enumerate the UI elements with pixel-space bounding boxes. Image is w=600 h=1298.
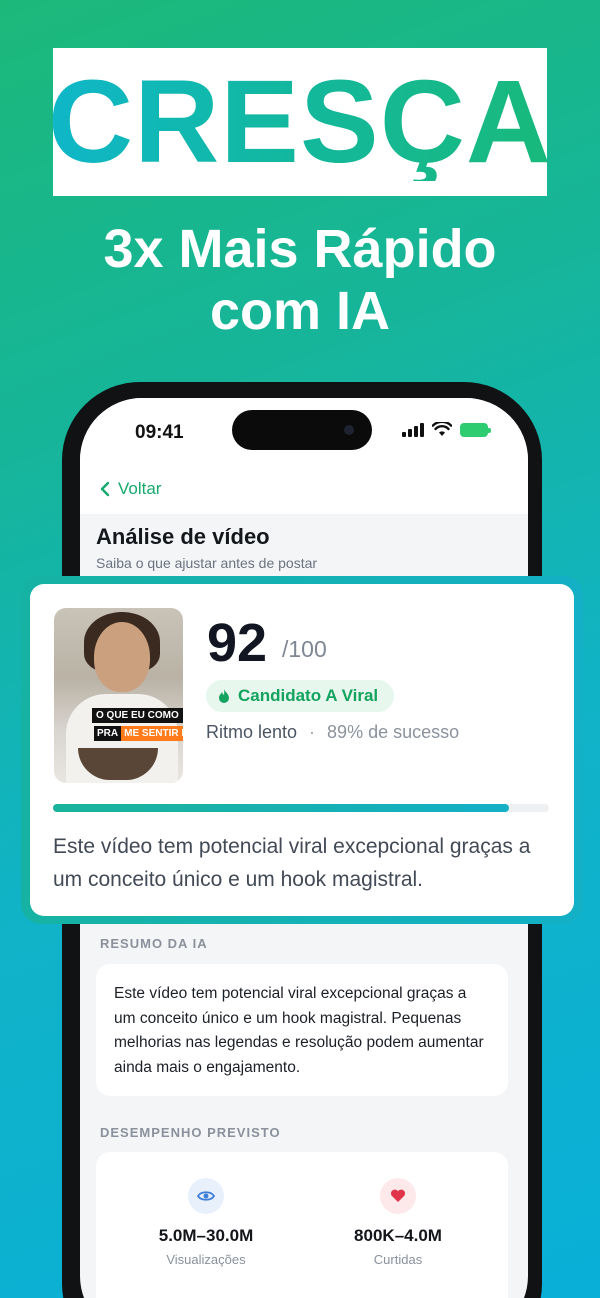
score-description: Este vídeo tem potencial viral excepcion… (53, 835, 531, 891)
hero-subtitle-line1: 3x Mais Rápido (103, 219, 497, 279)
performance-label: DESEMPENHO PREVISTO (100, 1125, 281, 1140)
score-value: 92 (207, 613, 268, 673)
wifi-icon (432, 422, 452, 436)
status-bar: 09:41 (80, 398, 528, 462)
score-meta: Ritmo lento · 89% de sucesso (206, 722, 459, 743)
nav-bar: Voltar (80, 462, 528, 514)
ai-summary-text: Este vídeo tem potencial viral excepcion… (114, 985, 484, 1076)
metric-likes: 800K–4.0M Curtidas (308, 1178, 488, 1267)
eye-icon (188, 1178, 224, 1214)
hero-subtitle-line2: com IA (209, 281, 391, 341)
metric-views-label: Visualizações (166, 1252, 246, 1267)
page-subtitle: Saiba o que ajustar antes de postar (96, 555, 318, 571)
hero-title: CRESÇA (47, 56, 553, 188)
back-label: Voltar (118, 479, 162, 498)
metric-views: 5.0M–30.0M Visualizações (116, 1178, 296, 1267)
back-button[interactable]: Voltar (100, 479, 161, 499)
flame-icon (219, 689, 229, 703)
video-thumbnail[interactable]: O QUE EU COMO PRA ME SENTIR BEM (54, 608, 183, 783)
score-progress-bar (53, 804, 549, 812)
page-title: Análise de vídeo (96, 524, 270, 549)
heart-icon (380, 1178, 416, 1214)
meta-separator: · (309, 722, 316, 742)
status-time: 09:41 (135, 422, 184, 443)
thumbnail-caption-line2: PRA ME SENTIR BEM (94, 726, 183, 741)
signal-icon (402, 422, 424, 437)
viral-badge: Candidato A Viral (206, 680, 395, 712)
metric-likes-label: Curtidas (373, 1252, 423, 1267)
metric-views-value: 5.0M–30.0M (158, 1226, 254, 1245)
success-rate: 89% de sucesso (327, 722, 460, 742)
score-max: /100 (282, 636, 327, 662)
pace-label: Ritmo lento (206, 722, 298, 742)
viral-badge-label: Candidato A Viral (238, 686, 379, 705)
ai-summary-label: RESUMO DA IA (100, 936, 208, 951)
thumbnail-caption-line1: O QUE EU COMO (92, 708, 183, 723)
chevron-left-icon (100, 481, 110, 497)
ai-summary-card: Este vídeo tem potencial viral excepcion… (96, 964, 508, 1096)
hero-title-box: CRESÇA (48, 48, 551, 196)
hero-subtitle: 3x Mais Rápido com IA (0, 218, 600, 342)
performance-card: 5.0M–30.0M Visualizações 800K–4.0M Curti… (96, 1152, 508, 1298)
metric-likes-value: 800K–4.0M (354, 1226, 442, 1245)
score-progress-fill (53, 804, 510, 812)
camera-icon (344, 425, 354, 435)
score-card: O QUE EU COMO PRA ME SENTIR BEM 92 /100 … (30, 584, 574, 916)
status-icons (402, 422, 491, 437)
dynamic-island (232, 410, 372, 450)
battery-icon (460, 422, 491, 437)
